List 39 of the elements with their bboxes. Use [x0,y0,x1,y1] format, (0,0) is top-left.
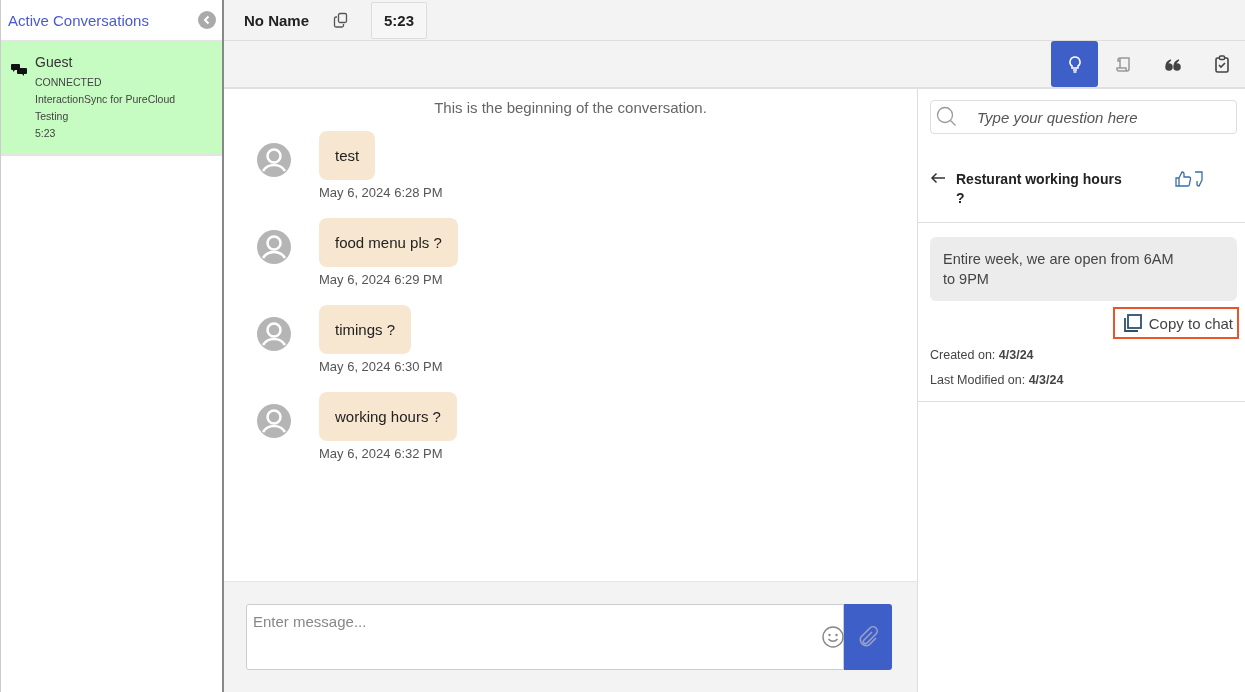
contact-name: No Name [244,11,310,29]
message-time: May 6, 2024 6:32 PM [319,446,444,461]
answer-text: Entire week, we are open from 6AM to 9PM [930,237,1237,301]
back-button[interactable] [930,170,946,184]
message-bubble: timings ? [319,305,412,354]
paperclip-icon [857,626,879,648]
contact-name: Guest [35,54,74,70]
arrow-left-icon [930,172,946,184]
copy-icon [1122,313,1143,333]
avatar-icon [257,404,291,438]
chat-bubbles-icon [11,64,27,76]
message-time: May 6, 2024 6:28 PM [319,185,443,200]
status-text: CONNECTED [35,75,103,90]
modified-date: Last Modified on: 4/3/24 [930,372,1065,389]
conversation-item[interactable]: Guest CONNECTED InteractionSync for PureCloud Testing 5:23 [1,42,222,156]
copy-icon [333,12,350,28]
article-title: Resturant working hours ? [956,170,1123,208]
thumbs-up-icon [1174,170,1192,188]
chevron-left-icon [202,15,212,25]
search-field[interactable]: Type your question here [930,100,1237,134]
message-input[interactable]: Enter message... [246,604,844,670]
queue-name: InteractionSync for PureCloud Testing [35,92,177,124]
duration-text: 5:23 [35,126,57,141]
avatar-icon [257,317,291,351]
message-bubble: working hours ? [319,392,457,441]
message-bubble: food menu pls ? [319,218,458,267]
conversation-start-note: This is the beginning of the conversation. [433,99,708,116]
avatar-icon [257,143,291,177]
message-time: May 6, 2024 6:29 PM [319,272,444,287]
smiley-icon [822,626,844,648]
sidebar-title: Active Conversations [8,11,149,29]
tab[interactable] [1051,41,1098,87]
created-date: Created on: 4/3/24 [930,347,1035,364]
avatar-icon [257,230,291,264]
timer-display: 5:23 [371,1,428,39]
copy-to-chat-button[interactable]: Copy to chat [1112,307,1239,339]
message-bubble: test [319,131,376,180]
message-time: May 6, 2024 6:30 PM [319,359,443,374]
thumbs-up-button[interactable] [1174,170,1192,188]
